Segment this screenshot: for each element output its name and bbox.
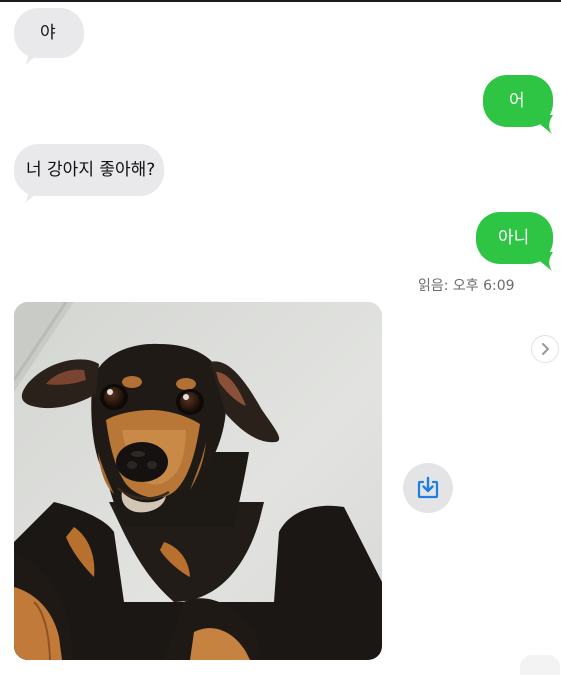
message-bubble-sent[interactable]: 어 [483, 75, 553, 134]
message-bubble-received[interactable]: 야 [14, 8, 84, 65]
composer-edge [520, 655, 560, 675]
message-bubble-sent[interactable]: 아니 [476, 212, 553, 271]
message-text: 야 [40, 23, 56, 43]
message-text: 아니 [498, 228, 530, 248]
dog-photo[interactable] [14, 302, 382, 660]
read-receipt: 읽음: 오후 6:09 [418, 278, 515, 294]
message-text: 어 [509, 91, 525, 111]
download-to-tray-icon [417, 476, 439, 499]
message-bubble-received[interactable]: 너 강아지 좋아해? [14, 144, 164, 203]
chevron-right-icon [542, 343, 549, 355]
forward-chevron-button[interactable] [531, 335, 559, 363]
message-text: 너 강아지 좋아해? [26, 160, 156, 180]
dog-illustration [14, 302, 382, 660]
window-top-border [0, 0, 561, 2]
save-image-button[interactable] [403, 463, 453, 513]
